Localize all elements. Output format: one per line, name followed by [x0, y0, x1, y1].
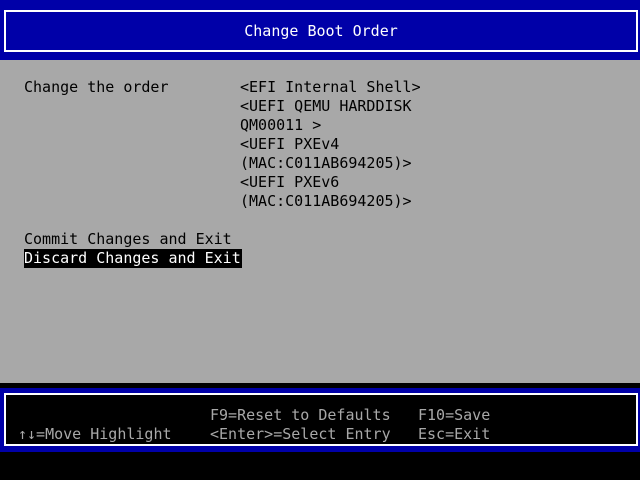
title-frame: Change Boot Order: [4, 10, 638, 52]
bios-screen: Change Boot Order Change the order <EFI …: [0, 0, 640, 480]
change-order-label: Change the order: [24, 78, 169, 96]
commit-changes-button[interactable]: Commit Changes and Exit: [24, 230, 233, 249]
footer-help-frame: ↑↓=Move Highlight F9=Reset to Defaults <…: [4, 393, 638, 446]
hint-exit: Esc=Exit: [418, 425, 491, 443]
hint-reset-defaults: F9=Reset to Defaults: [210, 406, 391, 424]
boot-entry-pxev6-line2[interactable]: (MAC:C011AB694205)>: [240, 192, 421, 211]
footer-bar: ↑↓=Move Highlight F9=Reset to Defaults <…: [0, 388, 640, 452]
hint-save: F10=Save: [418, 406, 491, 424]
boot-entry-harddisk-line2[interactable]: QM00011 >: [240, 116, 421, 135]
title-bar: Change Boot Order: [0, 0, 640, 60]
hint-select-entry: <Enter>=Select Entry: [210, 425, 391, 443]
discard-changes-button[interactable]: Discard Changes and Exit: [24, 249, 242, 268]
main-panel: Change the order <EFI Internal Shell> <U…: [0, 60, 640, 383]
boot-entry-pxev4-line2[interactable]: (MAC:C011AB694205)>: [240, 154, 421, 173]
hint-move-highlight: ↑↓=Move Highlight: [18, 425, 172, 443]
page-title: Change Boot Order: [244, 22, 398, 40]
boot-entry-pxev4-line1[interactable]: <UEFI PXEv4: [240, 135, 421, 154]
boot-order-list[interactable]: <EFI Internal Shell> <UEFI QEMU HARDDISK…: [240, 78, 421, 211]
boot-entry-harddisk-line1[interactable]: <UEFI QEMU HARDDISK: [240, 97, 421, 116]
boot-entry-efi-shell[interactable]: <EFI Internal Shell>: [240, 78, 421, 97]
bottom-margin: [0, 452, 640, 480]
boot-entry-pxev6-line1[interactable]: <UEFI PXEv6: [240, 173, 421, 192]
